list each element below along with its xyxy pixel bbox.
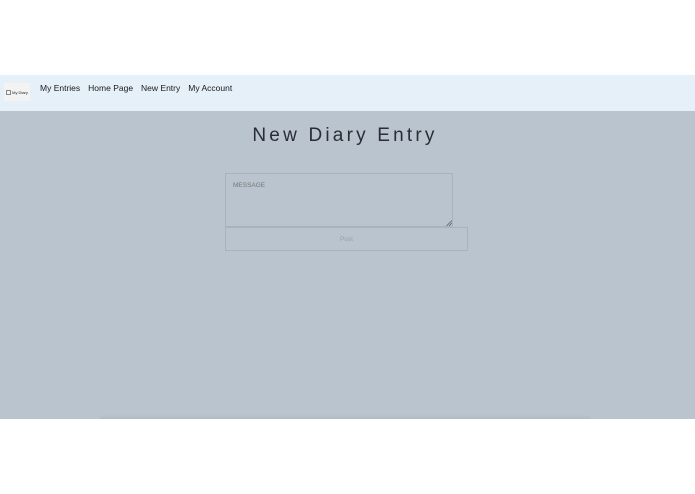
page-title: New Diary Entry bbox=[252, 125, 438, 146]
main-content bbox=[0, 111, 695, 419]
nav-links: My Entries Home Page New Entry My Accoun… bbox=[40, 83, 232, 93]
nav-item-my-account[interactable]: My Account bbox=[188, 83, 232, 93]
message-input[interactable] bbox=[225, 173, 453, 227]
broken-image-icon bbox=[6, 89, 12, 95]
nav-item-my-entries[interactable]: My Entries bbox=[40, 83, 80, 93]
post-button[interactable]: Post bbox=[225, 227, 468, 251]
nav-item-home-page[interactable]: Home Page bbox=[88, 83, 133, 93]
logo-alt-text: My Diary bbox=[12, 89, 28, 95]
bottom-blank-area bbox=[0, 419, 695, 494]
nav-item-new-entry[interactable]: New Entry bbox=[141, 83, 180, 93]
logo[interactable]: My Diary bbox=[4, 83, 30, 101]
navbar: My Diary My Entries Home Page New Entry … bbox=[0, 75, 695, 111]
top-blank-area bbox=[0, 0, 695, 75]
resize-grip-icon[interactable] bbox=[446, 220, 452, 226]
